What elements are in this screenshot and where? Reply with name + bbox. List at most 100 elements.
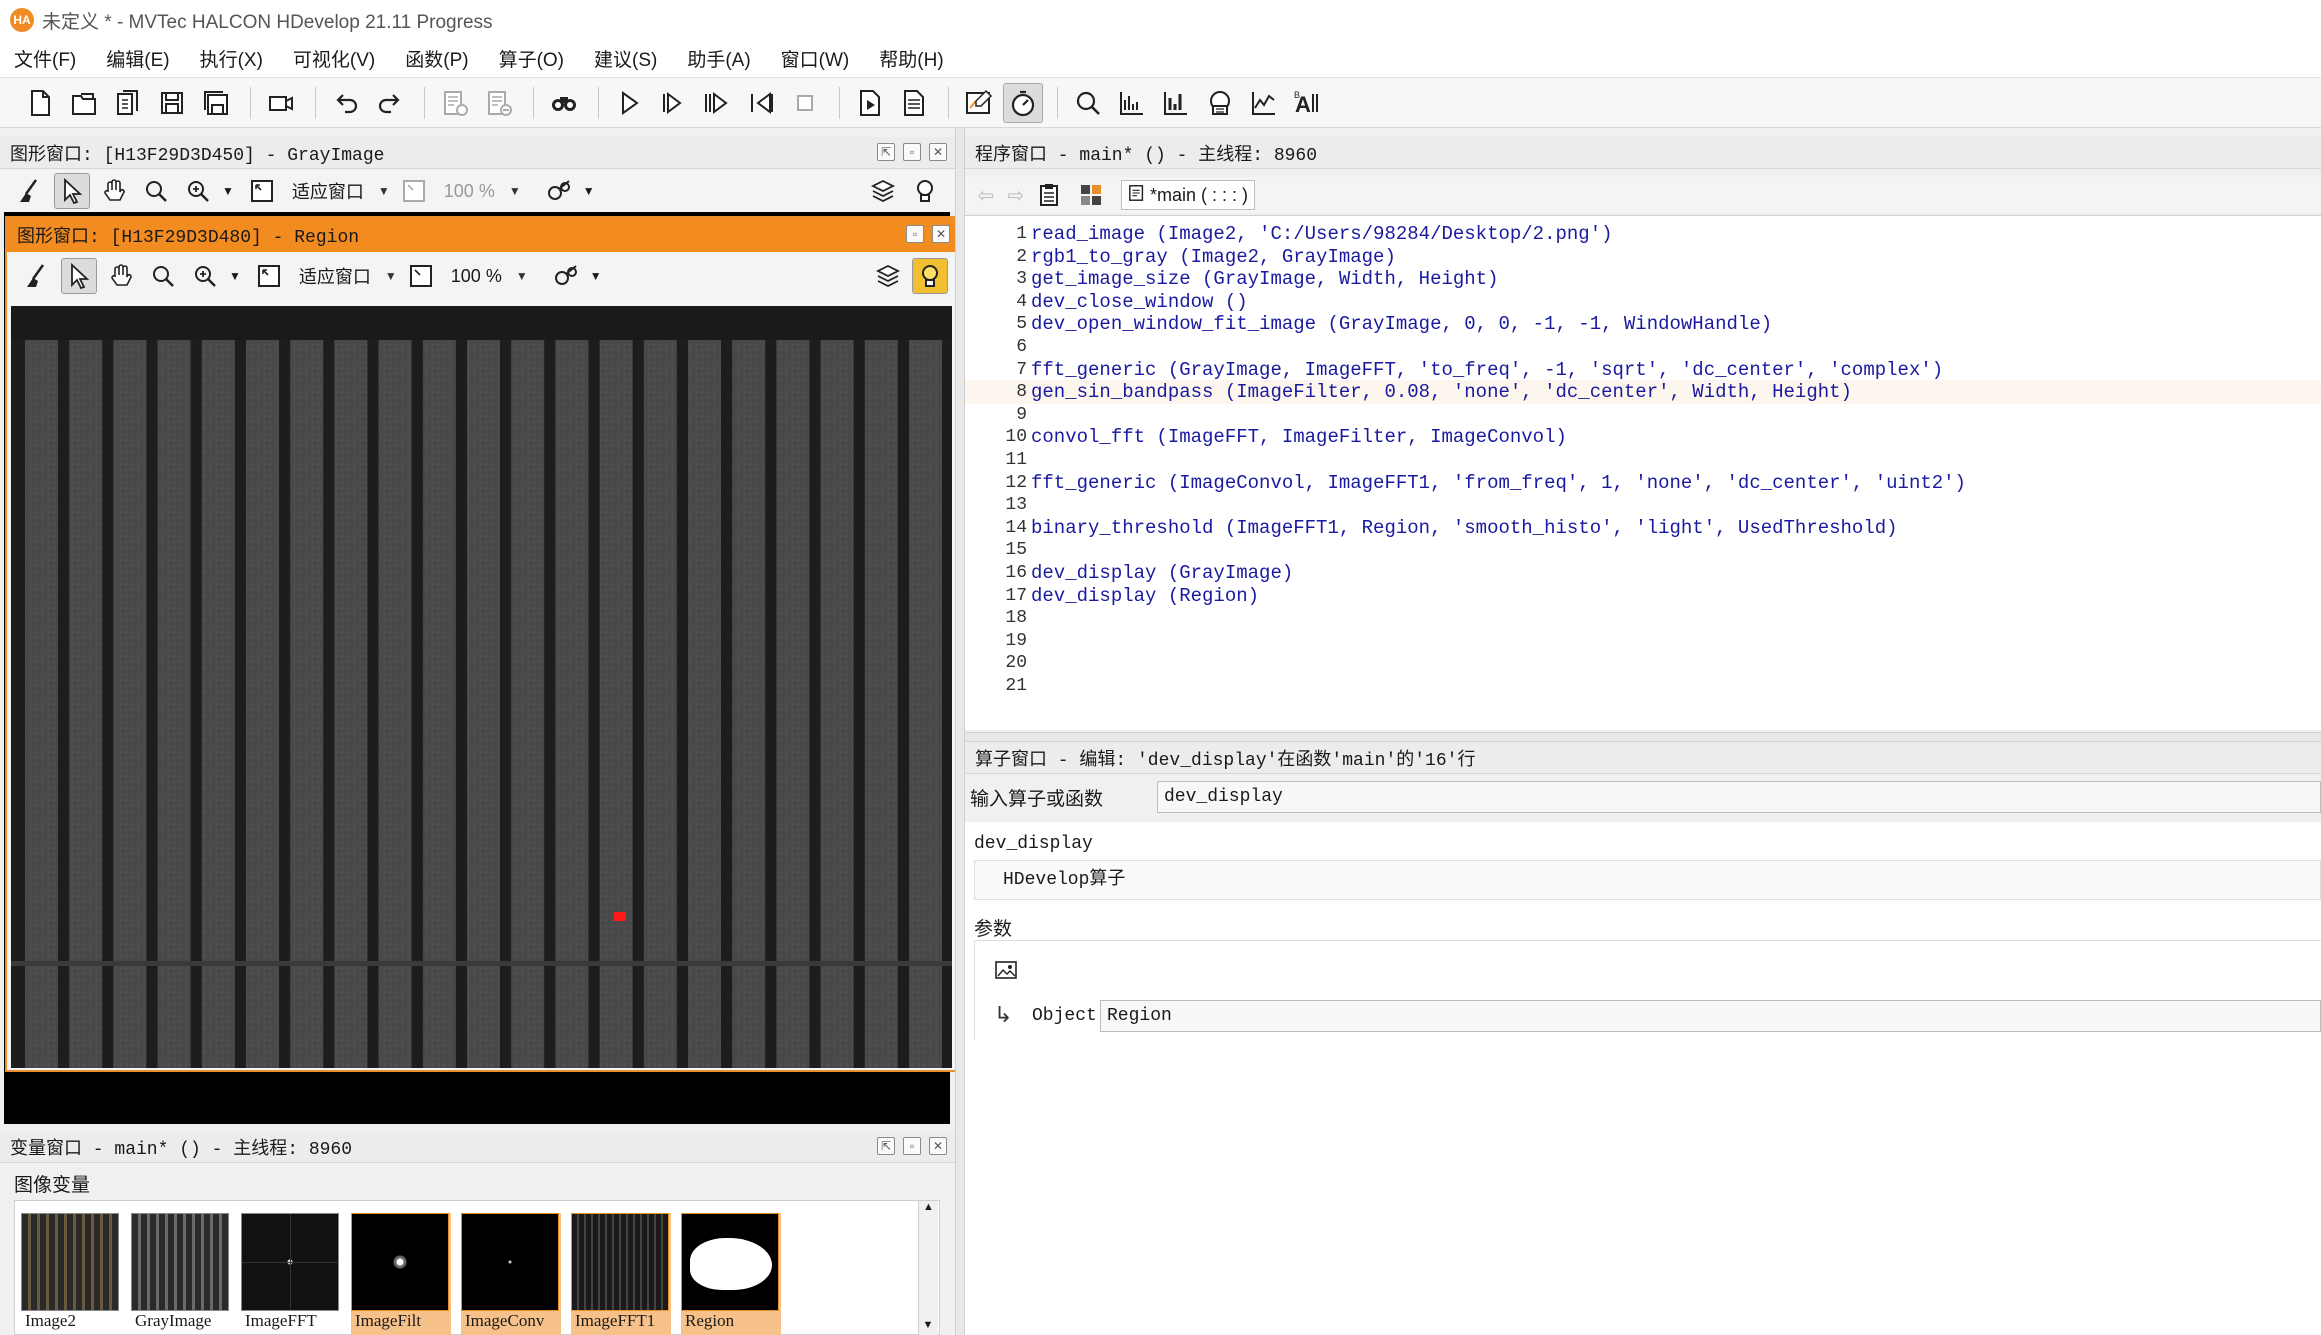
gray-histogram-icon[interactable] <box>1112 83 1152 123</box>
run-icon[interactable] <box>609 83 649 123</box>
hand-icon[interactable] <box>96 173 132 209</box>
code-line[interactable]: 20 <box>965 651 2321 675</box>
clear-icon[interactable] <box>12 173 48 209</box>
fit-window-icon[interactable] <box>251 258 287 294</box>
code-line[interactable]: 19 <box>965 629 2321 653</box>
code-line[interactable]: 4 dev_close_window () <box>965 290 2321 314</box>
operator-input[interactable]: dev_display <box>1157 781 2321 813</box>
variable-scrollbar[interactable]: ▲ ▼ <box>918 1201 938 1335</box>
forward-arrow-icon[interactable]: ⇨ <box>1001 183 1031 208</box>
step-over-icon[interactable] <box>653 83 693 123</box>
restore-icon[interactable]: ▫ <box>903 143 921 161</box>
clear-icon[interactable] <box>19 258 55 294</box>
menu-visualize[interactable]: 可视化(V) <box>293 45 375 72</box>
fit-window-combo[interactable]: 适应窗口 ▼ <box>293 260 403 292</box>
code-line[interactable]: 3 get_image_size (GrayImage, Width, Heigh… <box>965 267 2321 291</box>
step-out-icon[interactable] <box>741 83 781 123</box>
feature-inspection-icon[interactable] <box>1200 83 1240 123</box>
hand-icon[interactable] <box>103 258 139 294</box>
program-listing-icon[interactable] <box>894 83 934 123</box>
procedure-tab[interactable]: *main ( : : : ) <box>1121 180 1256 210</box>
fit-window-combo[interactable]: 适应窗口 ▼ <box>286 175 396 207</box>
code-line[interactable]: 5 dev_open_window_fit_image (GrayImage, 0… <box>965 312 2321 336</box>
variable-thumb[interactable]: Image2 <box>21 1213 121 1335</box>
code-line[interactable]: 14 binary_threshold (ImageFFT1, Region, '… <box>965 516 2321 540</box>
grid-view-icon[interactable] <box>1073 177 1109 213</box>
zoom-icon[interactable] <box>145 258 181 294</box>
draw-mode-icon[interactable] <box>541 173 577 209</box>
code-line[interactable]: 9 <box>965 403 2321 427</box>
code-line[interactable]: 2 rgb1_to_gray (Image2, GrayImage) <box>965 245 2321 269</box>
save-icon[interactable] <box>152 83 192 123</box>
variable-thumb[interactable]: ImageFilt <box>351 1213 451 1335</box>
pointer-icon[interactable] <box>61 258 97 294</box>
chevron-down-icon[interactable]: ▼ <box>229 269 241 283</box>
find-replace-icon[interactable] <box>544 83 584 123</box>
layers-icon[interactable] <box>870 258 906 294</box>
float-icon[interactable]: ⇱ <box>877 143 895 161</box>
close-icon[interactable]: ✕ <box>932 225 950 243</box>
open-file-icon[interactable] <box>64 83 104 123</box>
draw-mode-icon[interactable] <box>548 258 584 294</box>
line-profile-icon[interactable] <box>1244 83 1284 123</box>
lightbulb-icon[interactable] <box>907 173 943 209</box>
variable-thumb[interactable]: ImageFFT1 <box>571 1213 671 1335</box>
code-line[interactable]: 7 fft_generic (GrayImage, ImageFFT, 'to_f… <box>965 358 2321 382</box>
back-arrow-icon[interactable]: ⇦ <box>971 183 1001 208</box>
variable-thumb[interactable]: ImageFFT <box>241 1213 341 1335</box>
float-icon[interactable]: ⇱ <box>877 1137 895 1155</box>
code-line[interactable]: 18 <box>965 606 2321 630</box>
zoom-factor-combo[interactable]: 100 % ▼ <box>445 260 534 292</box>
horizontal-splitter[interactable] <box>965 732 2321 742</box>
code-line[interactable]: 16 dev_display (GrayImage) <box>965 561 2321 585</box>
code-line[interactable]: 21 <box>965 674 2321 698</box>
open-example-icon[interactable] <box>108 83 148 123</box>
undo-icon[interactable] <box>326 83 366 123</box>
variable-thumb[interactable]: Region <box>681 1213 781 1335</box>
graphics-front-canvas[interactable] <box>11 306 952 1068</box>
timer-icon[interactable] <box>1003 82 1043 123</box>
menu-file[interactable]: 文件(F) <box>14 45 76 72</box>
save-all-icon[interactable] <box>196 83 236 123</box>
code-line[interactable]: 13 <box>965 493 2321 517</box>
program-editor[interactable]: 1 read_image (Image2, 'C:/Users/98284/Des… <box>965 215 2321 730</box>
feature-histogram-icon[interactable] <box>1156 83 1196 123</box>
graphics-window-front-header[interactable]: 图形窗口: [H13F29D3D480] - Region ▫ ✕ <box>7 218 958 252</box>
scroll-up-icon[interactable]: ▲ <box>919 1201 938 1213</box>
code-line[interactable]: 15 <box>965 538 2321 562</box>
profiler-icon[interactable] <box>959 83 999 123</box>
chevron-down-icon[interactable]: ▼ <box>222 184 234 198</box>
menu-edit[interactable]: 编辑(E) <box>106 45 169 72</box>
layers-icon[interactable] <box>865 173 901 209</box>
fit-window-icon[interactable] <box>244 173 280 209</box>
reset-program-icon[interactable] <box>850 83 890 123</box>
variable-thumb[interactable]: GrayImage <box>131 1213 231 1335</box>
chevron-down-icon[interactable]: ▼ <box>590 269 602 283</box>
code-line[interactable]: 1 read_image (Image2, 'C:/Users/98284/Des… <box>965 222 2321 246</box>
code-line[interactable]: 6 <box>965 335 2321 359</box>
zoom-in-icon[interactable] <box>187 258 223 294</box>
ocr-icon[interactable]: AB <box>1288 83 1328 123</box>
close-icon[interactable]: ✕ <box>929 1137 947 1155</box>
code-line[interactable]: 10 convol_fft (ImageFFT, ImageFilter, Ima… <box>965 425 2321 449</box>
menu-procedures[interactable]: 函数(P) <box>405 45 468 72</box>
zoom-icon[interactable] <box>138 173 174 209</box>
deactivate-lines-icon[interactable] <box>479 83 519 123</box>
stop-icon[interactable] <box>785 83 825 123</box>
vertical-splitter[interactable] <box>955 128 965 1335</box>
chevron-down-icon[interactable]: ▼ <box>583 184 595 198</box>
restore-icon[interactable]: ▫ <box>903 1137 921 1155</box>
menu-suggestions[interactable]: 建议(S) <box>594 45 657 72</box>
zoom-factor-combo[interactable]: 100 % ▼ <box>438 175 527 207</box>
menu-execute[interactable]: 执行(X) <box>200 45 263 72</box>
code-line[interactable]: 12 fft_generic (ImageConvol, ImageFFT1, '… <box>965 471 2321 495</box>
menu-window[interactable]: 窗口(W) <box>781 45 850 72</box>
menu-assistants[interactable]: 助手(A) <box>687 45 750 72</box>
lightbulb-icon[interactable] <box>912 258 948 294</box>
new-file-icon[interactable] <box>20 83 60 123</box>
code-line[interactable]: 11 <box>965 448 2321 472</box>
clipboard-icon[interactable] <box>1031 177 1067 213</box>
close-icon[interactable]: ✕ <box>929 143 947 161</box>
code-line[interactable]: 17 dev_display (Region) <box>965 584 2321 608</box>
menu-help[interactable]: 帮助(H) <box>879 45 943 72</box>
